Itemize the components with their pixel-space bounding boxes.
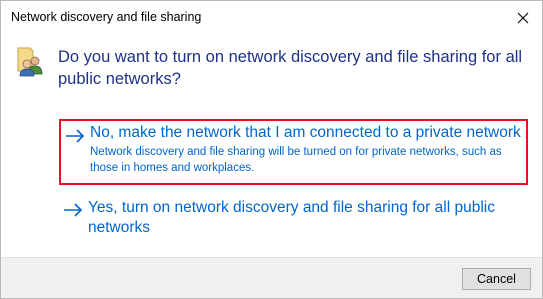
close-icon [517,12,529,23]
network-sharing-dialog: Network discovery and file sharing Do yo… [0,0,543,299]
public-network-option[interactable]: Yes, turn on network discovery and file … [59,197,528,243]
dialog-content: Do you want to turn on network discovery… [1,34,542,256]
arrow-right-icon [66,129,85,143]
public-network-option-label: Yes, turn on network discovery and file … [88,199,495,236]
cancel-button[interactable]: Cancel [462,268,531,290]
title-bar[interactable]: Network discovery and file sharing [1,1,542,34]
arrow-right-icon [64,203,83,217]
private-network-option-description: Network discovery and file sharing will … [90,146,502,174]
close-button[interactable] [506,1,540,34]
dialog-footer: Cancel [1,257,542,298]
dialog-question: Do you want to turn on network discovery… [58,48,523,88]
window-title: Network discovery and file sharing [11,10,202,24]
network-users-icon [17,47,43,77]
private-network-option[interactable]: No, make the network that I am connected… [59,119,528,185]
private-network-option-label: No, make the network that I am connected… [90,124,521,141]
